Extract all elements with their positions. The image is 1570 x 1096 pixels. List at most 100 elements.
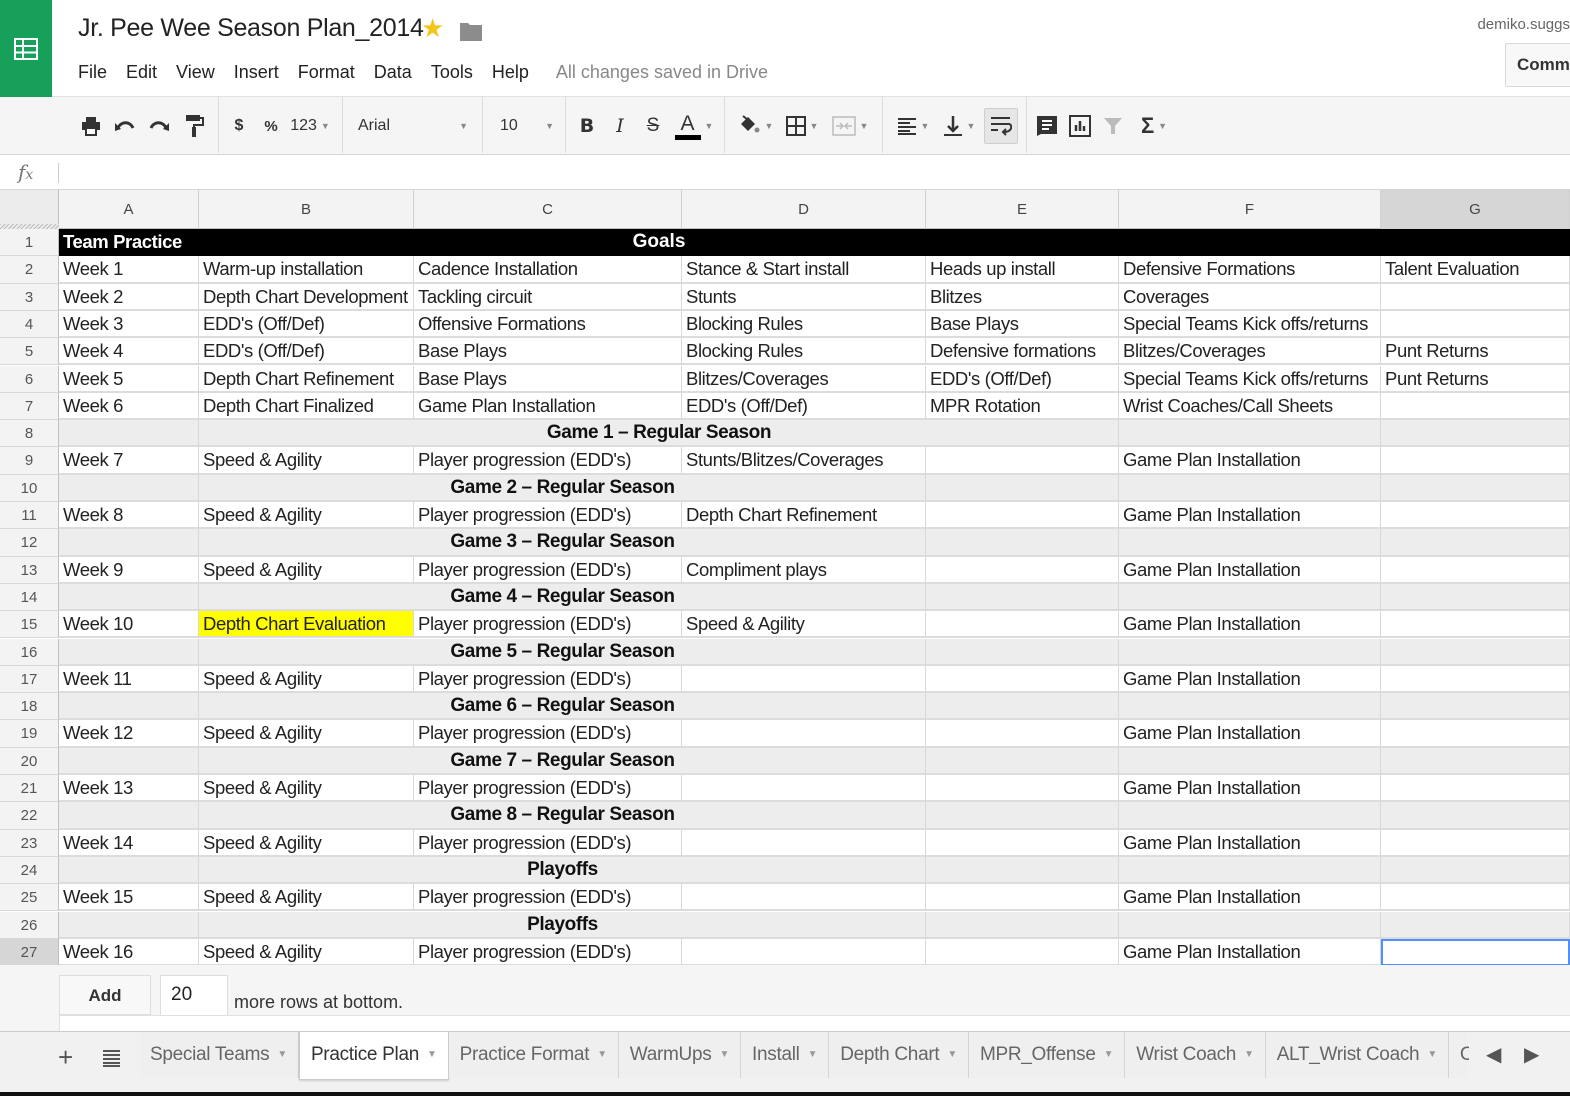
- cell[interactable]: Speed & Agility: [199, 502, 414, 530]
- row-number[interactable]: 27: [0, 938, 59, 967]
- row-number[interactable]: 13: [0, 556, 59, 584]
- cell[interactable]: [59, 911, 199, 939]
- cell[interactable]: Game Plan Installation: [1119, 720, 1381, 748]
- cell[interactable]: [1119, 911, 1381, 939]
- cell[interactable]: [682, 775, 926, 803]
- cell[interactable]: [1119, 638, 1381, 666]
- cell[interactable]: Game Plan Installation: [1119, 556, 1381, 584]
- row-number[interactable]: 6: [0, 365, 59, 393]
- cell[interactable]: [1381, 283, 1570, 311]
- cell[interactable]: [926, 665, 1119, 694]
- cell[interactable]: [414, 747, 682, 775]
- menu-help[interactable]: Help: [492, 62, 529, 83]
- cell[interactable]: Base Plays: [414, 365, 682, 393]
- tab-menu-caret-icon[interactable]: ▼: [1104, 1049, 1114, 1060]
- insert-chart-button[interactable]: [1066, 97, 1094, 155]
- cell[interactable]: [1381, 474, 1570, 502]
- cell[interactable]: [682, 856, 926, 885]
- cell[interactable]: Game Plan Installation: [1119, 447, 1381, 475]
- comments-button[interactable]: Comments: [1505, 43, 1570, 87]
- add-sheet-button[interactable]: +: [58, 1042, 73, 1073]
- horizontal-scrollbar[interactable]: [59, 1015, 1570, 1031]
- sheet-tab-depth-chart[interactable]: Depth Chart ▼: [829, 1032, 969, 1078]
- cell[interactable]: [1119, 747, 1381, 775]
- cell[interactable]: [1381, 310, 1570, 339]
- menu-file[interactable]: File: [78, 62, 107, 83]
- sheet-tab-install[interactable]: Install ▼: [741, 1032, 830, 1078]
- cell[interactable]: [1119, 802, 1381, 830]
- sheet-tab-practice-format[interactable]: Practice Format ▼: [448, 1032, 619, 1078]
- cell[interactable]: [414, 911, 682, 939]
- tab-menu-caret-icon[interactable]: ▼: [597, 1049, 607, 1060]
- cell[interactable]: Game Plan Installation: [1119, 611, 1381, 639]
- cell[interactable]: Blocking Rules: [682, 310, 926, 339]
- cell[interactable]: [199, 583, 414, 612]
- column-header-f[interactable]: F: [1119, 190, 1381, 229]
- row-number[interactable]: 21: [0, 775, 59, 803]
- percent-format-button[interactable]: %: [260, 97, 282, 155]
- cell[interactable]: Player progression (EDD's): [414, 611, 682, 639]
- row-number[interactable]: 16: [0, 638, 59, 666]
- cell[interactable]: [59, 638, 199, 666]
- cell[interactable]: Week 11: [59, 665, 199, 694]
- cell[interactable]: [926, 556, 1119, 584]
- cell[interactable]: [682, 938, 926, 967]
- cell[interactable]: Depth Chart Evaluation: [199, 611, 414, 639]
- row-number[interactable]: 2: [0, 256, 59, 284]
- tab-menu-caret-icon[interactable]: ▼: [277, 1049, 287, 1060]
- font-family-dropdown[interactable]: Arial ▼: [358, 97, 468, 155]
- cell[interactable]: Punt Returns: [1381, 338, 1570, 366]
- cell[interactable]: [1381, 884, 1570, 912]
- cell[interactable]: Talent Evaluation: [1381, 256, 1570, 284]
- row-number[interactable]: 9: [0, 447, 59, 475]
- cell[interactable]: Speed & Agility: [199, 447, 414, 475]
- cell[interactable]: [59, 529, 199, 557]
- cell[interactable]: Base Plays: [926, 310, 1119, 339]
- cell[interactable]: [926, 747, 1119, 775]
- cell[interactable]: [1381, 911, 1570, 939]
- cell[interactable]: Week 8: [59, 502, 199, 530]
- cell[interactable]: Blitzes/Coverages: [1119, 338, 1381, 366]
- cell[interactable]: Compliment plays: [682, 556, 926, 584]
- cell[interactable]: Stunts/Blitzes/Coverages: [682, 447, 926, 475]
- cell[interactable]: [1381, 529, 1570, 557]
- cell[interactable]: EDD's (Off/Def): [199, 310, 414, 339]
- cell[interactable]: [682, 229, 926, 257]
- cell[interactable]: [199, 693, 414, 721]
- row-number[interactable]: 12: [0, 529, 59, 557]
- select-all-corner[interactable]: [0, 190, 59, 229]
- cell[interactable]: [926, 583, 1119, 612]
- cell[interactable]: [199, 802, 414, 830]
- cell[interactable]: [1381, 447, 1570, 475]
- cell[interactable]: [1381, 556, 1570, 584]
- row-number[interactable]: 5: [0, 338, 59, 366]
- merge-cells-button[interactable]: ▼: [828, 97, 872, 155]
- strikethrough-button[interactable]: S: [642, 97, 664, 155]
- cell[interactable]: [682, 720, 926, 748]
- cell[interactable]: Punt Returns: [1381, 365, 1570, 393]
- row-number[interactable]: 22: [0, 802, 59, 830]
- sheet-tab-wrist-coach[interactable]: Wrist Coach ▼: [1125, 1032, 1266, 1078]
- cell[interactable]: [414, 802, 682, 830]
- cell[interactable]: Week 3: [59, 310, 199, 339]
- sheet-tab-alt-wrist-coach[interactable]: ALT_Wrist Coach ▼: [1265, 1032, 1449, 1078]
- cell[interactable]: [1119, 856, 1381, 885]
- cell[interactable]: Speed & Agility: [199, 884, 414, 912]
- vertical-align-button[interactable]: ▼: [938, 97, 980, 155]
- cell[interactable]: Game Plan Installation: [1119, 938, 1381, 967]
- cell[interactable]: [199, 747, 414, 775]
- cell[interactable]: Stance & Start install: [682, 256, 926, 284]
- more-formats-button[interactable]: 123 ▼: [290, 97, 330, 155]
- cell[interactable]: Depth Chart Finalized: [199, 392, 414, 421]
- cell[interactable]: EDD's (Off/Def): [199, 338, 414, 366]
- cell[interactable]: MPR Rotation: [926, 392, 1119, 421]
- cell[interactable]: Speed & Agility: [199, 829, 414, 857]
- borders-button[interactable]: ▼: [782, 97, 822, 155]
- cell[interactable]: Defensive formations: [926, 338, 1119, 366]
- column-header-e[interactable]: E: [926, 190, 1119, 229]
- italic-button[interactable]: I: [609, 97, 631, 155]
- row-number[interactable]: 4: [0, 310, 59, 339]
- header-team-practice[interactable]: Team Practice: [59, 229, 199, 257]
- cell[interactable]: Week 1: [59, 256, 199, 284]
- tab-menu-caret-icon[interactable]: ▼: [947, 1049, 957, 1060]
